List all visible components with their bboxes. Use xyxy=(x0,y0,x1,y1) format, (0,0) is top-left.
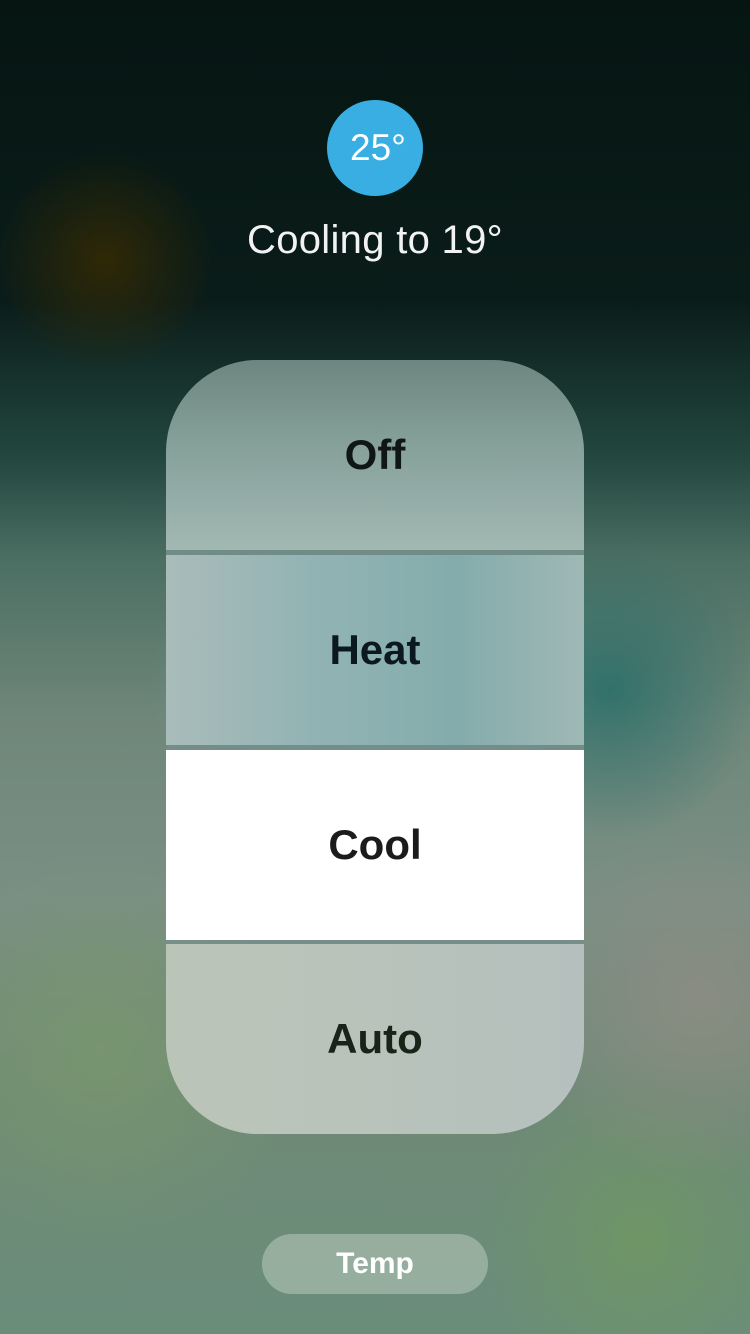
thermostat-status-text: Cooling to 19° xyxy=(247,218,503,262)
current-temperature-badge: 25° xyxy=(327,100,423,196)
mode-option-heat[interactable]: Heat xyxy=(166,555,584,745)
mode-option-cool[interactable]: Cool xyxy=(166,750,584,940)
mode-option-label: Auto xyxy=(327,1015,423,1062)
hvac-mode-selector: Off Heat Cool Auto xyxy=(166,360,584,1134)
mode-option-label: Heat xyxy=(329,626,421,673)
current-temperature-value: 25° xyxy=(350,127,406,168)
temp-button-label: Temp xyxy=(336,1247,414,1280)
mode-option-auto[interactable]: Auto xyxy=(166,944,584,1134)
mode-option-label: Cool xyxy=(328,821,422,868)
mode-option-label: Off xyxy=(344,431,406,478)
mode-option-off[interactable]: Off xyxy=(166,360,584,550)
temp-button[interactable]: Temp xyxy=(262,1234,488,1294)
